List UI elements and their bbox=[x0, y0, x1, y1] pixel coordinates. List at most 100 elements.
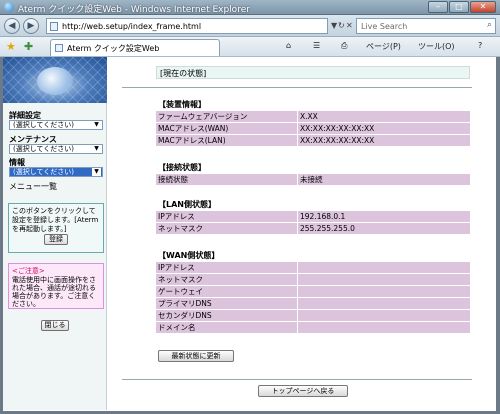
page-menu[interactable]: ページ(P) bbox=[366, 41, 401, 52]
register-description: このボタンをクリックして設定を登録します。[Atermを再起動します。] bbox=[12, 207, 99, 233]
page-icon bbox=[50, 22, 58, 31]
table-row: MACアドレス(LAN) XX:XX:XX:XX:XX:XX bbox=[156, 135, 470, 146]
page-title: [現在の状態] bbox=[156, 66, 470, 79]
register-button[interactable]: 登録 bbox=[44, 234, 68, 245]
print-icon[interactable]: ⎙ bbox=[341, 41, 347, 51]
close-window-button[interactable]: 閉じる bbox=[41, 320, 69, 331]
row-value: XX:XX:XX:XX:XX:XX bbox=[297, 123, 470, 134]
row-label: プライマリDNS bbox=[156, 298, 297, 309]
feeds-icon[interactable]: ☰ bbox=[313, 41, 320, 50]
info-select[interactable]: (選択してください) ▼ bbox=[9, 167, 103, 177]
dropdown-icon[interactable]: ▼ bbox=[331, 21, 337, 30]
address-bar: ◀ ▶ http://web.setup/index_frame.html ▼ … bbox=[0, 15, 500, 37]
row-value bbox=[297, 322, 470, 333]
back-button[interactable]: ◀ bbox=[4, 18, 20, 34]
table-row: ネットマスク 255.255.255.0 bbox=[156, 223, 470, 234]
divider bbox=[122, 87, 472, 88]
row-value bbox=[297, 274, 470, 285]
table-row: ファームウェアバージョン X.XX bbox=[156, 111, 470, 122]
row-label: MACアドレス(WAN) bbox=[156, 123, 297, 134]
maintenance-value[interactable]: (選択してください) bbox=[13, 145, 74, 154]
table-row: MACアドレス(WAN) XX:XX:XX:XX:XX:XX bbox=[156, 123, 470, 134]
help-icon[interactable]: ? bbox=[478, 41, 482, 50]
caution-box: <ご注意> 電話使用中に画面操作をされた場合、通話が途切れる場合があります。ご注… bbox=[8, 263, 104, 309]
table-row: ゲートウェイ bbox=[156, 286, 470, 297]
back-to-top-button[interactable]: トップページへ戻る bbox=[258, 385, 348, 397]
url-field[interactable]: http://web.setup/index_frame.html bbox=[46, 18, 328, 34]
tab-label[interactable]: Aterm クイック設定Web bbox=[67, 43, 159, 54]
page-title-text: [現在の状態] bbox=[160, 69, 207, 78]
wan-table: IPアドレス ネットマスク ゲートウェイ プライマリDNS セカンダリDNS ドメイン名 bbox=[156, 261, 470, 334]
search-placeholder[interactable]: Live Search bbox=[361, 22, 407, 31]
row-label: MACアドレス(LAN) bbox=[156, 135, 297, 146]
table-row: プライマリDNS bbox=[156, 298, 470, 309]
refresh-status-button[interactable]: 最新状態に更新 bbox=[158, 350, 234, 362]
chevron-down-icon[interactable]: ▼ bbox=[92, 145, 101, 153]
add-favorites-icon[interactable]: ✚ bbox=[24, 40, 33, 53]
minimize-button[interactable]: – bbox=[428, 1, 448, 13]
aterm-logo bbox=[3, 57, 107, 103]
search-icon[interactable]: ⌕ bbox=[487, 20, 492, 30]
row-label: ファームウェアバージョン bbox=[156, 111, 297, 122]
tab-page-icon bbox=[55, 44, 63, 52]
window-title: Aterm クイック設定Web - Windows Internet Explo… bbox=[18, 5, 250, 15]
menu-list-link[interactable]: メニュー一覧 bbox=[9, 181, 57, 192]
row-label: IPアドレス bbox=[156, 211, 297, 222]
connection-table: 接続状態 未接続 bbox=[156, 173, 470, 186]
url-text[interactable]: http://web.setup/index_frame.html bbox=[62, 22, 201, 31]
connection-heading: 【接続状態】 bbox=[158, 163, 206, 172]
chevron-down-icon[interactable]: ▼ bbox=[92, 121, 101, 129]
lan-table: IPアドレス 192.168.0.1 ネットマスク 255.255.255.0 bbox=[156, 210, 470, 235]
sidebar: 詳細設定 (選択してください) ▼ メンテナンス (選択してください) ▼ 情報… bbox=[3, 57, 107, 410]
row-value bbox=[297, 262, 470, 273]
stop-icon[interactable]: ✕ bbox=[346, 21, 353, 30]
status-panel: [現在の状態] 【装置情報】 ファームウェアバージョン X.XX MACアドレス(W… bbox=[108, 57, 496, 410]
close-button[interactable]: ✕ bbox=[470, 1, 496, 13]
wan-heading: 【WAN側状態】 bbox=[158, 251, 220, 260]
forward-button[interactable]: ▶ bbox=[23, 18, 39, 34]
device-info-heading: 【装置情報】 bbox=[158, 100, 206, 109]
row-label: IPアドレス bbox=[156, 262, 297, 273]
row-value bbox=[297, 298, 470, 309]
table-row: セカンダリDNS bbox=[156, 310, 470, 321]
row-value bbox=[297, 286, 470, 297]
register-box: このボタンをクリックして設定を登録します。[Atermを再起動します。] bbox=[8, 203, 104, 253]
row-label: ネットマスク bbox=[156, 223, 297, 234]
ie-icon bbox=[4, 2, 14, 12]
maintenance-select[interactable]: (選択してください) ▼ bbox=[9, 144, 103, 154]
row-label: ゲートウェイ bbox=[156, 286, 297, 297]
row-value: XX:XX:XX:XX:XX:XX bbox=[297, 135, 470, 146]
lan-heading: 【LAN側状態】 bbox=[158, 200, 216, 209]
title-bar: Aterm クイック設定Web - Windows Internet Explo… bbox=[0, 0, 500, 15]
refresh-icon[interactable]: ↻ bbox=[338, 21, 345, 30]
row-label: セカンダリDNS bbox=[156, 310, 297, 321]
table-row: IPアドレス bbox=[156, 262, 470, 273]
tools-menu[interactable]: ツール(O) bbox=[418, 41, 455, 52]
row-value: 255.255.255.0 bbox=[297, 223, 470, 234]
advanced-settings-select[interactable]: (選択してください) ▼ bbox=[9, 120, 103, 130]
info-value[interactable]: (選択してください) bbox=[13, 168, 74, 177]
divider bbox=[122, 379, 472, 380]
table-row: ドメイン名 bbox=[156, 322, 470, 333]
home-icon[interactable]: ⌂ bbox=[286, 41, 291, 50]
search-field[interactable]: Live Search ⌕ bbox=[356, 18, 496, 34]
row-value bbox=[297, 310, 470, 321]
caution-title: <ご注意> bbox=[12, 267, 45, 275]
row-label: ネットマスク bbox=[156, 274, 297, 285]
table-row: ネットマスク bbox=[156, 274, 470, 285]
favorites-star-icon[interactable]: ★ bbox=[6, 40, 16, 53]
table-row: 接続状態 未接続 bbox=[156, 174, 470, 185]
chevron-down-icon[interactable]: ▼ bbox=[92, 168, 101, 176]
table-row: IPアドレス 192.168.0.1 bbox=[156, 211, 470, 222]
globe-icon bbox=[37, 67, 73, 95]
row-value: 192.168.0.1 bbox=[297, 211, 470, 222]
browser-tab[interactable]: Aterm クイック設定Web bbox=[50, 39, 220, 56]
device-info-table: ファームウェアバージョン X.XX MACアドレス(WAN) XX:XX:XX:XX:… bbox=[156, 110, 470, 147]
row-value: 未接続 bbox=[297, 174, 470, 185]
row-value: X.XX bbox=[297, 111, 470, 122]
row-label: ドメイン名 bbox=[156, 322, 297, 333]
command-bar: ★ ✚ Aterm クイック設定Web ⌂ ☰ ⎙ ページ(P) ツール(O) … bbox=[0, 37, 500, 57]
row-label: 接続状態 bbox=[156, 174, 297, 185]
advanced-settings-value[interactable]: (選択してください) bbox=[13, 121, 74, 130]
maximize-button[interactable]: □ bbox=[449, 1, 469, 13]
